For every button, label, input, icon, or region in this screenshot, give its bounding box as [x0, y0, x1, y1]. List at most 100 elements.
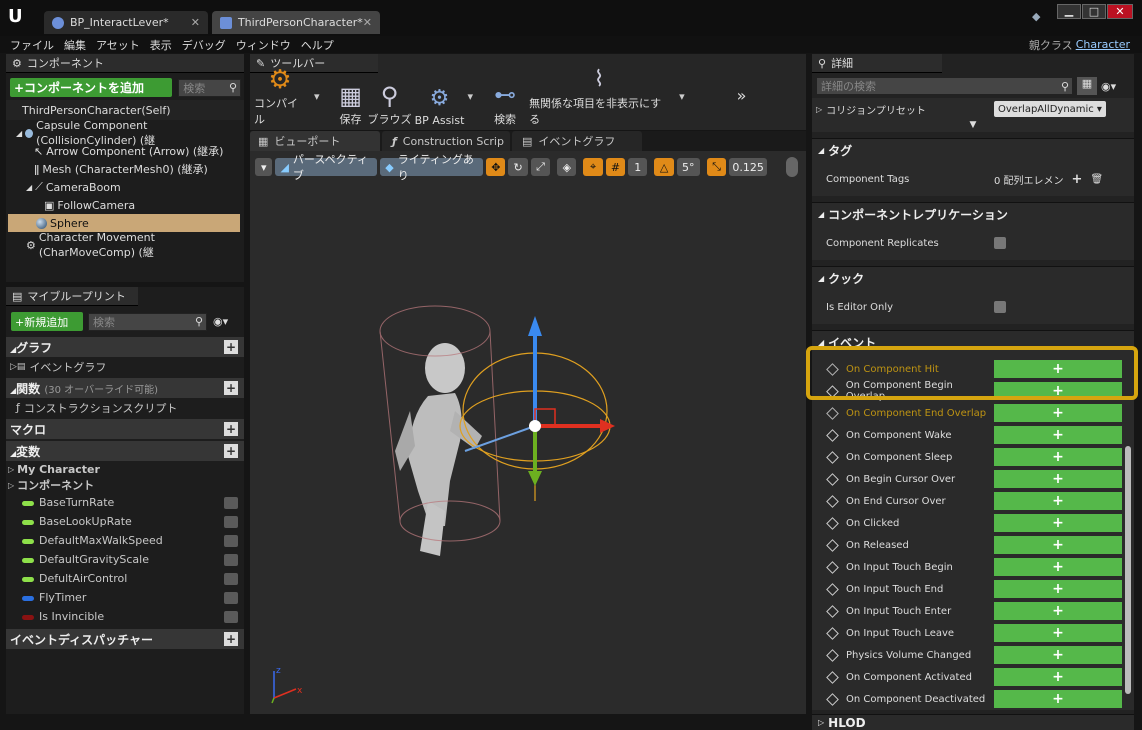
blueprint-search-input[interactable]: 検索 ⚲	[88, 312, 207, 331]
save-button[interactable]: ▦ 保存	[334, 81, 368, 127]
component-search-input[interactable]: 検索 ⚲	[178, 78, 241, 97]
functions-section[interactable]: ◢関数 (30 オーバーライド可能) +	[6, 378, 244, 398]
tab-thirdpersoncharacter[interactable]: ThirdPersonCharacter* ✕	[212, 11, 380, 34]
expand-arrow-icon[interactable]: ▷	[816, 105, 822, 114]
find-button[interactable]: ⊷ 検索	[487, 81, 523, 127]
variable-item[interactable]: BaseTurnRate	[6, 493, 244, 512]
tree-item-charactermovement[interactable]: ⚙ Character Movement (CharMoveComp) (継	[6, 231, 244, 259]
variables-section[interactable]: ◢変数 +	[6, 441, 244, 461]
viewport[interactable]: ▾ ◢ パースペクティブ ◆ ライティングあり ✥ ↻ ⤢ ◈ ⌖ # 1 △ 5°…	[250, 151, 806, 714]
eye-icon[interactable]: ◉▾	[1101, 80, 1116, 93]
add-event-button[interactable]: +	[994, 470, 1122, 488]
add-event-button[interactable]: +	[994, 690, 1122, 708]
add-event-button[interactable]: +	[994, 624, 1122, 642]
tree-item-capsule[interactable]: ◢ Capsule Component (CollisionCylinder) (…	[6, 119, 244, 147]
variable-visibility-toggle[interactable]	[224, 496, 238, 509]
add-new-button[interactable]: +新規追加	[11, 312, 83, 331]
grid-snap-toggle[interactable]: #	[605, 158, 626, 176]
add-graph-button[interactable]: +	[224, 340, 238, 354]
add-event-button[interactable]: +	[994, 514, 1122, 532]
lighting-button[interactable]: ◆ ライティングあり	[380, 153, 484, 182]
variable-item[interactable]: DefultAirControl	[6, 569, 244, 588]
tree-item-followcamera[interactable]: ▣ FollowCamera	[6, 196, 244, 214]
rotation-snap-toggle[interactable]: △	[654, 158, 674, 176]
construction-script-item[interactable]: ƒ コンストラクションスクリプト	[6, 398, 244, 417]
rotation-snap-value[interactable]: 5°	[676, 158, 700, 176]
tab-bp-interactlever[interactable]: BP_InteractLever* ✕	[44, 11, 208, 34]
component-replicates-checkbox[interactable]	[994, 237, 1006, 249]
graph-section[interactable]: ◢グラフ +	[6, 337, 244, 357]
compile-button[interactable]: ⚙ コンパイル	[254, 65, 306, 127]
rotate-tool[interactable]: ↻	[508, 158, 528, 176]
browse-button[interactable]: ⚲ ブラウズ	[368, 81, 412, 127]
eye-icon[interactable]: ◉▾	[213, 315, 228, 328]
add-event-button[interactable]: +	[994, 558, 1122, 576]
variable-item[interactable]: FlyTimer	[6, 588, 244, 607]
add-macro-button[interactable]: +	[224, 422, 238, 436]
menu-help[interactable]: ヘルプ	[301, 37, 334, 53]
replication-section[interactable]: ◢ コンポーネントレプリケーション	[812, 202, 1134, 226]
translate-tool[interactable]: ✥	[486, 158, 506, 176]
close-window-button[interactable]: ✕	[1107, 4, 1133, 19]
variable-item[interactable]: DefaultGravityScale	[6, 550, 244, 569]
close-tab-icon[interactable]: ✕	[363, 16, 372, 29]
is-editor-only-checkbox[interactable]	[994, 301, 1006, 313]
tree-item-arrow[interactable]: ↖ Arrow Component (Arrow) (継承)	[6, 142, 244, 160]
add-component-button[interactable]: +コンポーネントを追加	[10, 78, 173, 97]
hide-unrelated-dropdown-icon[interactable]: ▾	[679, 90, 685, 103]
tree-item-cameraboom[interactable]: ◢ ⟋ CameraBoom	[6, 178, 244, 196]
add-event-button[interactable]: +	[994, 404, 1122, 422]
add-dispatcher-button[interactable]: +	[224, 632, 238, 646]
parent-class-link[interactable]: Character	[1076, 38, 1130, 51]
variable-item[interactable]: Is Invincible	[6, 607, 244, 626]
category-my-character[interactable]: ▷ My Character	[6, 461, 244, 477]
add-tag-button[interactable]: +	[1072, 172, 1083, 187]
menu-asset[interactable]: アセット	[96, 37, 140, 53]
add-event-button[interactable]: +	[994, 580, 1122, 598]
world-local-toggle[interactable]: ◈	[557, 158, 577, 176]
scale-snap-value[interactable]: 0.125	[729, 158, 768, 176]
compile-dropdown-icon[interactable]: ▾	[314, 90, 320, 103]
variable-visibility-toggle[interactable]	[224, 534, 238, 547]
variable-visibility-toggle[interactable]	[224, 515, 238, 528]
perspective-button[interactable]: ◢ パースペクティブ	[275, 153, 378, 182]
tree-item-sphere[interactable]: Sphere	[8, 214, 240, 232]
variable-visibility-toggle[interactable]	[224, 591, 238, 604]
scale-tool[interactable]: ⤢	[530, 158, 551, 176]
add-event-button[interactable]: +	[994, 646, 1122, 664]
variable-visibility-toggle[interactable]	[224, 553, 238, 566]
expand-advanced-icon[interactable]: ▼	[812, 120, 1134, 132]
variable-item[interactable]: DefaultMaxWalkSpeed	[6, 531, 244, 550]
bp-assist-dropdown-icon[interactable]: ▾	[468, 90, 474, 103]
minimize-button[interactable]: ▁	[1057, 4, 1081, 19]
menu-edit[interactable]: 編集	[64, 37, 86, 53]
add-event-button[interactable]: +	[994, 536, 1122, 554]
add-event-button[interactable]: +	[994, 448, 1122, 466]
hlod-section[interactable]: ▷ HLOD	[812, 714, 1134, 730]
tab-event-graph[interactable]: ▤ イベントグラフ	[512, 131, 642, 151]
grid-value[interactable]: 1	[628, 158, 648, 176]
close-tab-icon[interactable]: ✕	[191, 16, 200, 29]
dispatchers-section[interactable]: イベントディスパッチャー +	[6, 629, 244, 649]
collision-preset-dropdown[interactable]: OverlapAllDynamic ▾	[994, 101, 1106, 117]
menu-view[interactable]: 表示	[150, 37, 172, 53]
macro-section[interactable]: マクロ +	[6, 419, 244, 439]
add-function-button[interactable]: +	[224, 381, 238, 395]
variable-visibility-toggle[interactable]	[224, 610, 238, 623]
add-event-button[interactable]: +	[994, 426, 1122, 444]
details-search-input[interactable]: 詳細の検索 ⚲	[816, 77, 1073, 95]
maximize-button[interactable]: □	[1082, 4, 1106, 19]
menu-file[interactable]: ファイル	[10, 37, 54, 53]
bp-assist-button[interactable]: ⚙ BP Assist	[412, 84, 468, 127]
category-components[interactable]: ▷ コンポーネント	[6, 477, 244, 493]
tags-section[interactable]: ◢ タグ	[812, 138, 1134, 162]
tab-construction-script[interactable]: ƒ Construction Scrip	[382, 131, 510, 151]
viewport-scroll-handle[interactable]	[786, 157, 799, 177]
scale-snap-toggle[interactable]: ⤡	[706, 158, 727, 176]
add-event-button[interactable]: +	[994, 602, 1122, 620]
property-matrix-icon[interactable]: ▦	[1077, 77, 1097, 95]
variable-item[interactable]: BaseLookUpRate	[6, 512, 244, 531]
tree-item-self[interactable]: ThirdPersonCharacter(Self)	[6, 100, 244, 120]
tab-viewport[interactable]: ▦ ビューポート	[250, 131, 380, 151]
tree-item-mesh[interactable]: ǁ Mesh (CharacterMesh0) (継承)	[6, 160, 244, 178]
